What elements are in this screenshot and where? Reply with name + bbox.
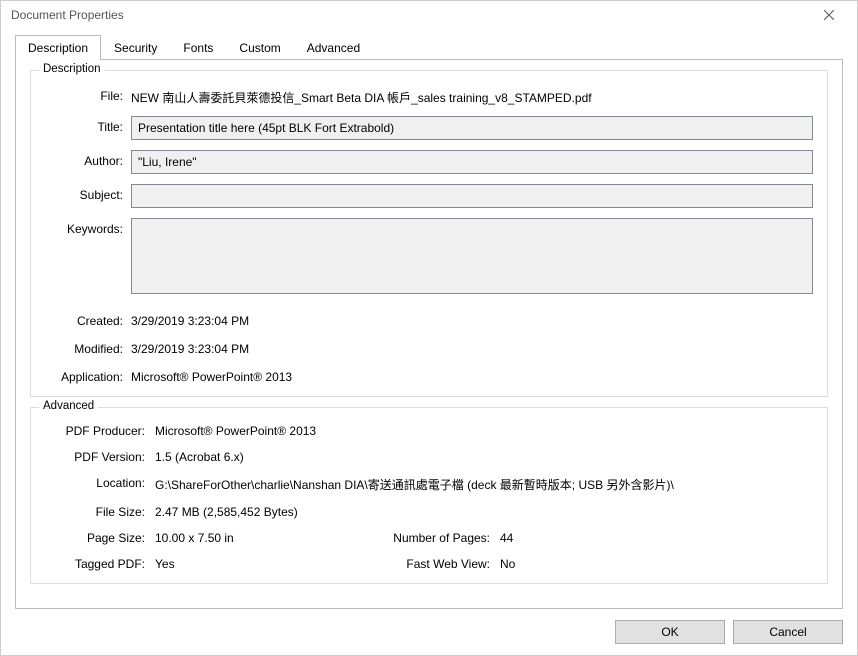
pdf-version-label: PDF Version:	[45, 448, 155, 464]
description-group: Description File: NEW 南山人壽委託貝萊德投信_Smart …	[30, 70, 828, 397]
application-value: Microsoft® PowerPoint® 2013	[131, 366, 292, 384]
pdf-producer-value: Microsoft® PowerPoint® 2013	[155, 422, 316, 438]
file-size-label: File Size:	[45, 503, 155, 519]
description-legend: Description	[39, 63, 105, 75]
keywords-textarea[interactable]	[131, 218, 813, 294]
num-pages-value: 44	[500, 529, 513, 545]
fast-web-value: No	[500, 555, 515, 571]
modified-label: Modified:	[45, 338, 131, 356]
tagged-pdf-label: Tagged PDF:	[45, 555, 155, 571]
close-icon	[824, 10, 834, 20]
pdf-producer-label: PDF Producer:	[45, 422, 155, 438]
modified-value: 3/29/2019 3:23:04 PM	[131, 338, 249, 356]
author-input[interactable]: "Liu, Irene"	[131, 150, 813, 174]
author-label: Author:	[45, 150, 131, 168]
tab-strip: Description Security Fonts Custom Advanc…	[15, 34, 843, 59]
page-size-value: 10.00 x 7.50 in	[155, 529, 234, 545]
title-label: Title:	[45, 116, 131, 134]
created-label: Created:	[45, 310, 131, 328]
keywords-label: Keywords:	[45, 218, 131, 236]
file-label: File:	[45, 85, 131, 103]
page-size-label: Page Size:	[45, 529, 155, 545]
tab-panel: Description File: NEW 南山人壽委託貝萊德投信_Smart …	[15, 59, 843, 609]
num-pages-label: Number of Pages:	[385, 529, 500, 545]
tagged-pdf-value: Yes	[155, 555, 175, 571]
title-input[interactable]: Presentation title here (45pt BLK Fort E…	[131, 116, 813, 140]
pdf-version-value: 1.5 (Acrobat 6.x)	[155, 448, 244, 464]
tab-custom[interactable]: Custom	[226, 35, 293, 60]
advanced-group: Advanced PDF Producer: Microsoft® PowerP…	[30, 407, 828, 584]
tab-advanced[interactable]: Advanced	[294, 35, 373, 60]
file-value: NEW 南山人壽委託貝萊德投信_Smart Beta DIA 帳戶_sales …	[131, 85, 592, 106]
subject-label: Subject:	[45, 184, 131, 202]
created-value: 3/29/2019 3:23:04 PM	[131, 310, 249, 328]
cancel-button[interactable]: Cancel	[733, 620, 843, 644]
advanced-legend: Advanced	[39, 400, 98, 412]
application-label: Application:	[45, 366, 131, 384]
fast-web-label: Fast Web View:	[385, 555, 500, 571]
dialog-footer: OK Cancel	[1, 609, 857, 655]
location-label: Location:	[45, 474, 155, 493]
dialog-body: Description Security Fonts Custom Advanc…	[1, 29, 857, 609]
subject-input[interactable]	[131, 184, 813, 208]
window-title: Document Properties	[11, 8, 124, 22]
ok-button[interactable]: OK	[615, 620, 725, 644]
location-value: G:\ShareForOther\charlie\Nanshan DIA\寄送通…	[155, 474, 674, 493]
titlebar: Document Properties	[1, 1, 857, 29]
tab-description[interactable]: Description	[15, 35, 101, 60]
tab-fonts[interactable]: Fonts	[170, 35, 226, 60]
document-properties-dialog: Document Properties Description Security…	[0, 0, 858, 656]
close-button[interactable]	[809, 1, 849, 29]
tab-security[interactable]: Security	[101, 35, 170, 60]
file-size-value: 2.47 MB (2,585,452 Bytes)	[155, 503, 298, 519]
